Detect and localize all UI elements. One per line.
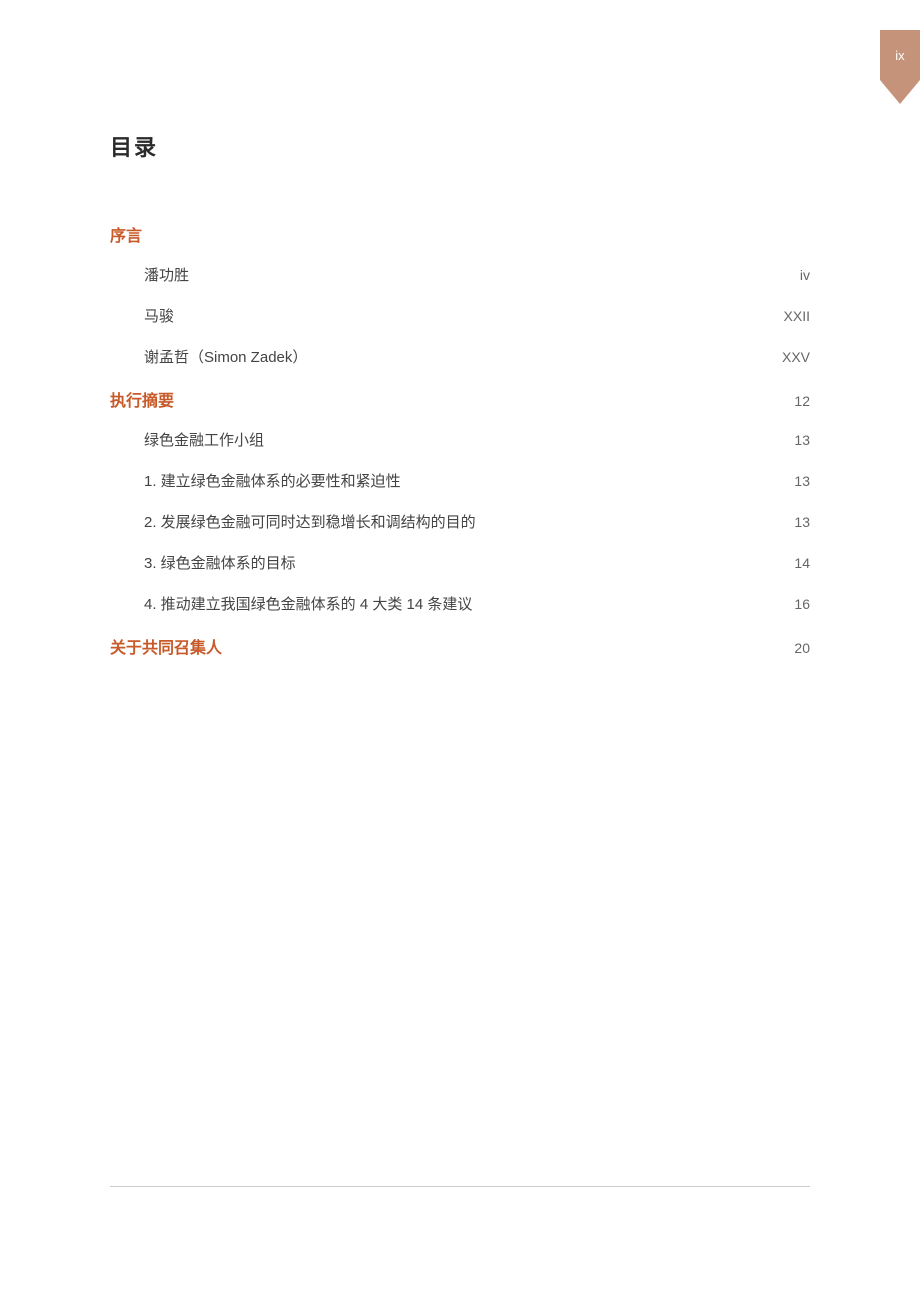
toc-entry-label: 马骏 <box>144 305 760 326</box>
toc-entry-label: 2. 发展绿色金融可同时达到稳增长和调结构的目的 <box>144 511 760 532</box>
toc-entry: 谢孟哲（Simon Zadek） XXV <box>110 346 810 367</box>
toc-entry-label: 4. 推动建立我国绿色金融体系的 4 大类 14 条建议 <box>144 593 760 614</box>
section-heading-page: 12 <box>760 393 810 409</box>
page-tab-triangle-icon <box>880 80 920 104</box>
section-heading-conveners: 关于共同召集人 <box>110 634 222 658</box>
toc-entry: 潘功胜 iv <box>110 264 810 285</box>
page-number-tab: ix <box>880 30 920 80</box>
toc-entry-label: 潘功胜 <box>144 264 760 285</box>
section-heading-summary: 执行摘要 <box>110 387 174 411</box>
toc-entry: 2. 发展绿色金融可同时达到稳增长和调结构的目的 13 <box>110 511 810 532</box>
section-heading-preface: 序言 <box>110 222 810 246</box>
section-heading-row-summary: 执行摘要 12 <box>110 387 810 411</box>
toc-entry-page: 14 <box>760 555 810 571</box>
toc-entry-label: 谢孟哲（Simon Zadek） <box>144 346 760 367</box>
toc-entry-page: 13 <box>760 514 810 530</box>
page-title: 目录 <box>110 130 810 162</box>
toc-entry-page: 16 <box>760 596 810 612</box>
toc-entry-page: iv <box>760 267 810 283</box>
footer-divider <box>110 1186 810 1187</box>
toc-entry-page: XXII <box>760 308 810 324</box>
toc-entry: 马骏 XXII <box>110 305 810 326</box>
toc-entry: 4. 推动建立我国绿色金融体系的 4 大类 14 条建议 16 <box>110 593 810 614</box>
toc-entry-page: 13 <box>760 473 810 489</box>
toc-content: 目录 序言 潘功胜 iv 马骏 XXII 谢孟哲（Simon Zadek） XX… <box>0 0 920 658</box>
toc-entry-page: 13 <box>760 432 810 448</box>
toc-entry: 绿色金融工作小组 13 <box>110 429 810 450</box>
toc-entry: 1. 建立绿色金融体系的必要性和紧迫性 13 <box>110 470 810 491</box>
toc-entry-label: 绿色金融工作小组 <box>144 429 760 450</box>
toc-entry-label: 3. 绿色金融体系的目标 <box>144 552 760 573</box>
page-number-label: ix <box>895 48 904 63</box>
toc-entry-label: 1. 建立绿色金融体系的必要性和紧迫性 <box>144 470 760 491</box>
toc-entry-page: XXV <box>760 349 810 365</box>
section-heading-page: 20 <box>760 640 810 656</box>
section-heading-row-conveners: 关于共同召集人 20 <box>110 634 810 658</box>
toc-entry: 3. 绿色金融体系的目标 14 <box>110 552 810 573</box>
